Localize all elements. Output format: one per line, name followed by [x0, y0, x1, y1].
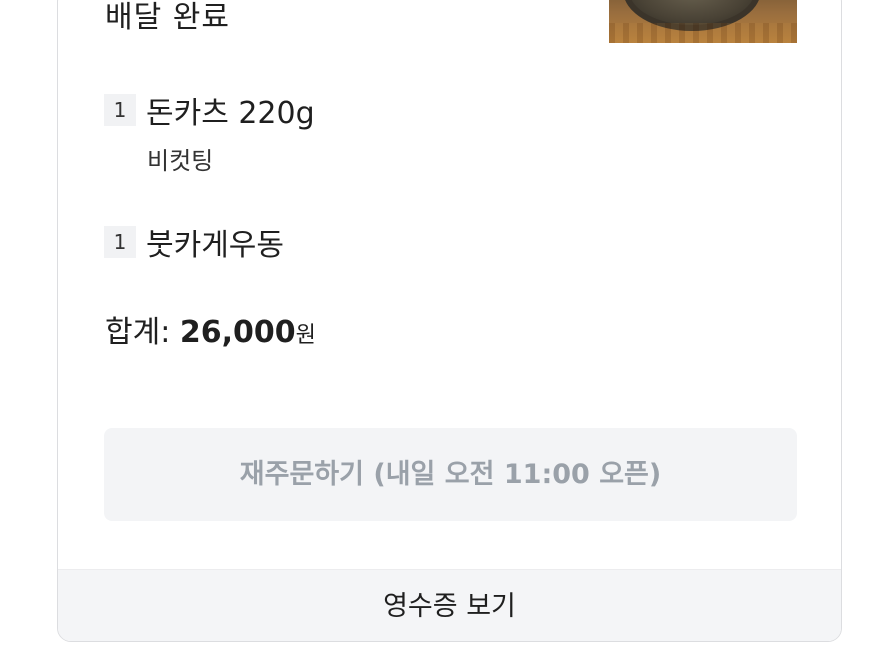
item-quantity-badge: 1 — [104, 94, 136, 126]
total-amount: 26,000 — [179, 315, 296, 350]
item-option: 비컷팅 — [147, 147, 214, 175]
order-total: 합계: 26,000원 — [105, 307, 316, 351]
item-name: 돈카츠 220g — [146, 96, 315, 131]
reorder-button[interactable]: 재주문하기 (내일 오전 11:00 오픈) — [104, 428, 797, 521]
wood-table-image — [609, 23, 797, 43]
order-card: 배달 완료 1 돈카츠 220g 비컷팅 1 붓카게우동 합계: 26,000원 재… — [57, 0, 842, 642]
item-name: 붓카게우동 — [146, 228, 284, 263]
total-label: 합계: — [105, 315, 180, 350]
item-quantity-badge: 1 — [104, 226, 136, 258]
order-item: 1 붓카게우동 — [104, 220, 284, 264]
food-thumbnail[interactable] — [609, 0, 797, 43]
total-currency-unit: 원 — [295, 323, 316, 348]
view-receipt-button[interactable]: 영수증 보기 — [58, 569, 841, 641]
order-status: 배달 완료 — [105, 0, 230, 35]
order-item: 1 돈카츠 220g — [104, 88, 315, 132]
